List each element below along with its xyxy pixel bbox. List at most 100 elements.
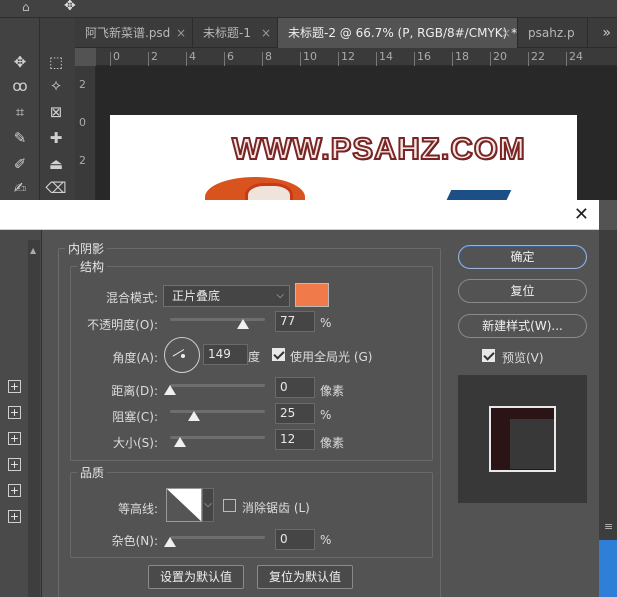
choke-input[interactable]: 25 — [275, 403, 315, 424]
ruler-label: 6 — [227, 50, 234, 63]
opacity-unit: % — [320, 316, 332, 330]
opacity-input[interactable]: 77 — [275, 311, 315, 332]
preview-checkbox[interactable] — [482, 349, 495, 362]
size-input[interactable]: 12 — [275, 429, 315, 450]
ruler-label: 0 — [113, 50, 120, 63]
contour-curve-fill — [167, 489, 201, 521]
ok-button[interactable]: 确定 — [458, 245, 587, 269]
angle-center-dot — [181, 354, 185, 358]
global-light-label: 使用全局光 (G) — [290, 350, 373, 364]
tab-label: 阿飞新菜谱.psd — [85, 26, 171, 40]
brush-tool-icon[interactable]: ✐ — [8, 152, 32, 176]
ruler-tick — [224, 52, 225, 66]
choke-label: 阻塞(C): — [112, 410, 158, 424]
blend-mode-label: 混合模式: — [105, 291, 158, 305]
antialias-label: 消除锯齿 (L) — [242, 501, 310, 515]
tab-overflow-icon[interactable]: » — [602, 18, 611, 48]
ruler-horizontal: 0 2 4 6 8 10 12 14 16 18 20 22 24 — [96, 48, 617, 66]
reset-default-button[interactable]: 复位为默认值 — [257, 565, 353, 589]
tab-close-icon[interactable]: × — [261, 18, 271, 48]
tab-close-icon[interactable]: × — [176, 18, 186, 48]
distance-slider-thumb[interactable] — [164, 385, 176, 395]
tab-afei-menu[interactable]: 阿飞新菜谱.psd × — [75, 18, 193, 48]
blend-mode-value: 正片叠底 — [172, 289, 221, 303]
home-icon[interactable]: ⌂ — [22, 0, 30, 14]
magic-wand-icon[interactable]: ✧ — [44, 74, 68, 98]
opacity-slider-thumb[interactable] — [237, 319, 250, 329]
add-style-plus-icon[interactable]: + — [8, 510, 21, 523]
ruler-tick — [490, 52, 491, 66]
section-title: 内阴影 — [68, 242, 105, 256]
eraser-tool-icon[interactable]: ⌫ — [44, 176, 68, 200]
tools-panel-column-2: ⬚ ✧ ⊠ ✚ ⏏ ⌫ — [40, 18, 75, 200]
structure-legend: 结构 — [80, 260, 105, 274]
noise-slider-thumb[interactable] — [164, 537, 176, 547]
crop-tool-icon[interactable]: ⌗ — [8, 100, 32, 124]
tab-psahz[interactable]: psahz.p — [518, 18, 588, 48]
blend-mode-select[interactable]: 正片叠底 ⌵ — [163, 285, 290, 307]
distance-input[interactable]: 0 — [275, 377, 315, 398]
healing-brush-icon[interactable]: ✚ — [44, 126, 68, 150]
choke-slider-thumb[interactable] — [187, 411, 200, 421]
panel-grip-icon[interactable]: ≡ — [604, 520, 613, 533]
dialog-titlebar[interactable]: ✕ — [0, 200, 599, 230]
stamp-tool-icon[interactable]: ⏏ — [44, 152, 68, 176]
opacity-label: 不透明度(O): — [87, 318, 158, 332]
shadow-color-swatch[interactable] — [295, 283, 329, 307]
ruler-label: 18 — [455, 50, 469, 63]
move-tool-icon[interactable]: ✥ — [8, 50, 32, 74]
frame-tool-icon[interactable]: ⊠ — [44, 100, 68, 124]
layer-style-dialog: 内阴影 结构 混合模式: 正片叠底 ⌵ 不透明度(O): 77 % 角度(A):… — [42, 230, 599, 597]
ruler-tick — [262, 52, 263, 66]
ruler-label: 14 — [379, 50, 393, 63]
distance-slider[interactable] — [170, 384, 265, 387]
ruler-vertical: 2 0 2 — [75, 66, 96, 200]
style-preview-inner — [510, 419, 554, 469]
close-icon[interactable]: ✕ — [574, 204, 589, 225]
ruler-label: 2 — [151, 50, 158, 63]
contour-preview[interactable] — [166, 488, 202, 522]
antialias-checkbox[interactable] — [223, 499, 236, 512]
tab-untitled-2[interactable]: 未标题-2 @ 66.7% (P, RGB/8#/CMYK) * × — [278, 18, 518, 48]
marquee-tool-icon[interactable]: ⬚ — [44, 50, 68, 74]
new-style-button[interactable]: 新建样式(W)... — [458, 314, 587, 338]
eyedropper-tool-icon[interactable]: ✎ — [8, 126, 32, 150]
tab-label: psahz.p — [528, 26, 575, 40]
ruler-tick — [186, 52, 187, 66]
history-brush-icon[interactable]: ✍ — [8, 176, 32, 200]
scroll-up-icon[interactable]: ▲ — [30, 246, 36, 255]
set-default-button[interactable]: 设置为默认值 — [148, 565, 244, 589]
noise-input[interactable]: 0 — [275, 529, 315, 550]
noise-slider[interactable] — [170, 536, 265, 539]
angle-input[interactable]: 149 — [203, 344, 248, 365]
size-slider-thumb[interactable] — [173, 437, 186, 447]
preview-label: 预览(V) — [502, 351, 544, 365]
add-style-plus-icon[interactable]: + — [8, 458, 21, 471]
tab-label: 未标题-1 — [203, 26, 251, 40]
ruler-label: 10 — [303, 50, 317, 63]
ruler-label: 4 — [189, 50, 196, 63]
reset-button[interactable]: 复位 — [458, 279, 587, 303]
document-canvas[interactable]: WWW.PSAHZ.COM — [110, 115, 577, 217]
canvas-watermark-text: WWW.PSAHZ.COM — [231, 130, 526, 167]
app-options-bar: ⌂ ✥ — [0, 0, 617, 18]
choke-slider[interactable] — [170, 410, 265, 413]
tab-close-icon[interactable]: × — [501, 18, 511, 48]
tab-untitled-1[interactable]: 未标题-1 × — [193, 18, 278, 48]
add-style-plus-icon[interactable]: + — [8, 484, 21, 497]
add-style-plus-icon[interactable]: + — [8, 432, 21, 445]
layers-panel-scrollbar[interactable]: ▲ — [28, 240, 40, 597]
add-style-plus-icon[interactable]: + — [8, 406, 21, 419]
ruler-label: 20 — [493, 50, 507, 63]
ruler-label: 24 — [569, 50, 583, 63]
chevron-down-icon[interactable]: ⌵ — [202, 488, 214, 522]
quality-legend: 品质 — [80, 466, 105, 480]
lasso-tool-icon[interactable]: ꝏ — [8, 74, 32, 98]
choke-unit: % — [320, 408, 332, 422]
global-light-checkbox[interactable] — [272, 348, 285, 361]
move-tool-icon[interactable]: ✥ — [64, 0, 76, 14]
opacity-slider[interactable] — [170, 318, 265, 321]
ruler-label: 2 — [79, 154, 86, 167]
add-style-plus-icon[interactable]: + — [8, 380, 21, 393]
angle-dial[interactable] — [164, 337, 200, 373]
